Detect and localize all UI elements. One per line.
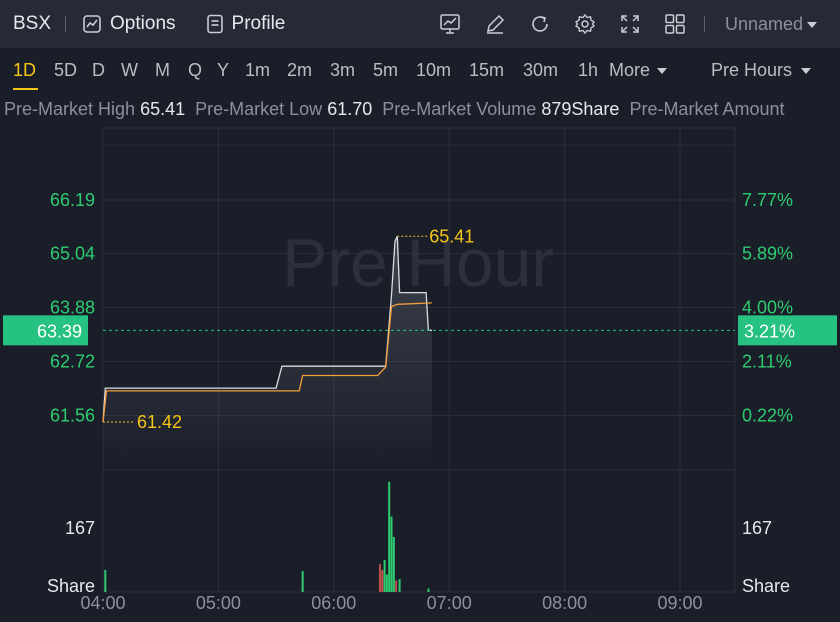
volume-bar bbox=[104, 569, 107, 592]
time-tick-label: 09:00 bbox=[657, 593, 702, 613]
percent-tick-label: 7.77% bbox=[742, 190, 793, 210]
time-tick-label: 07:00 bbox=[427, 593, 472, 613]
current-price-label: 63.39 bbox=[37, 321, 82, 341]
volume-bar bbox=[383, 560, 386, 592]
time-tick-label: 06:00 bbox=[311, 593, 356, 613]
volume-tick-left: 167 bbox=[65, 518, 95, 538]
current-percent-label: 3.21% bbox=[744, 321, 795, 341]
time-tick-label: 05:00 bbox=[196, 593, 241, 613]
time-tick-label: 08:00 bbox=[542, 593, 587, 613]
price-tick-label: 66.19 bbox=[50, 190, 95, 210]
volume-bar bbox=[301, 571, 304, 592]
time-tick-label: 04:00 bbox=[80, 593, 125, 613]
price-tick-label: 63.88 bbox=[50, 298, 95, 318]
price-chart[interactable]: Pre Hour 65.4161.42 66.19 7.77%65.04 5.89%… bbox=[0, 0, 840, 622]
volume-bar bbox=[392, 536, 395, 592]
price-tick-label: 61.56 bbox=[50, 406, 95, 426]
low-marker-label: 61.42 bbox=[137, 412, 182, 432]
volume-bar bbox=[398, 579, 401, 592]
price-tick-label: 62.72 bbox=[50, 352, 95, 372]
price-tick-label: 65.04 bbox=[50, 244, 95, 264]
percent-tick-label: 2.11% bbox=[742, 352, 792, 372]
high-marker-label: 65.41 bbox=[429, 226, 474, 246]
volume-unit-right: Share bbox=[742, 576, 790, 596]
volume-bar bbox=[395, 580, 398, 592]
percent-tick-label: 4.00% bbox=[742, 298, 793, 318]
volume-bar bbox=[381, 569, 384, 592]
percent-tick-label: 5.89% bbox=[742, 244, 793, 264]
volume-unit-left: Share bbox=[47, 576, 95, 596]
volume-tick-right: 167 bbox=[742, 518, 772, 538]
volume-bar bbox=[427, 588, 430, 592]
volume-bar bbox=[388, 481, 391, 592]
volume-bar bbox=[390, 516, 393, 592]
volume-bar bbox=[378, 564, 381, 592]
volume-bar bbox=[385, 574, 388, 592]
percent-tick-label: 0.22% bbox=[742, 406, 793, 426]
volume-bars bbox=[104, 481, 430, 592]
